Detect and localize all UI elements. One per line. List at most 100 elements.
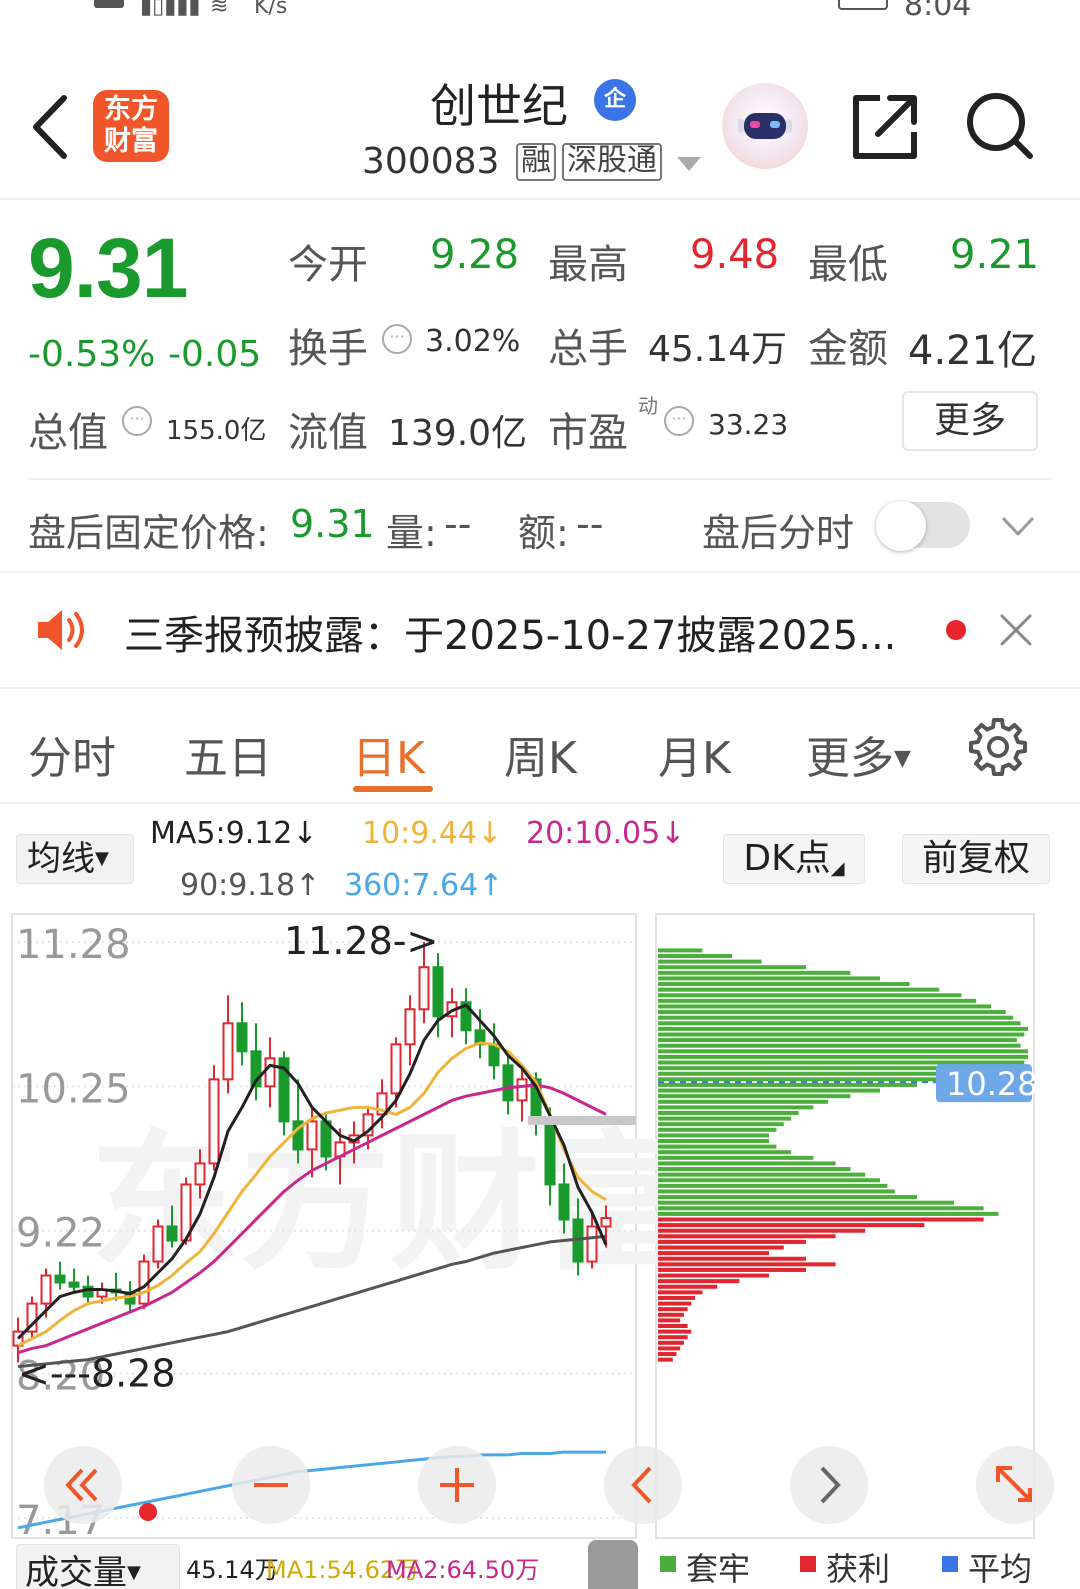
profile-bar (658, 1010, 1006, 1015)
volume-select-label: 成交量 (25, 1553, 127, 1589)
profile-bar (658, 1352, 677, 1357)
tab-daily-k[interactable]: 日K (352, 722, 425, 786)
ma90-value: 90:9.18↑ (180, 868, 321, 903)
previous-button[interactable] (604, 1446, 682, 1524)
candle-body (68, 1281, 80, 1288)
tab-timeshare[interactable]: 分时 (28, 722, 116, 786)
candle-body (404, 1008, 416, 1046)
profile-bar (658, 1223, 925, 1228)
legend-swatch (800, 1556, 816, 1572)
close-icon[interactable] (998, 612, 1034, 648)
rewind-button[interactable] (44, 1446, 122, 1524)
candle-body (600, 1217, 612, 1228)
share-icon[interactable] (850, 92, 920, 162)
profile-bar (658, 1206, 984, 1211)
profile-bar (658, 1346, 681, 1351)
margin-tag: 融 (516, 143, 556, 181)
fullscreen-button[interactable] (976, 1446, 1054, 1524)
back-arrow-icon[interactable] (28, 92, 72, 162)
pe-value: 33.23 (708, 408, 789, 441)
toggle-knob[interactable] (876, 501, 926, 551)
open-label: 今开 (288, 242, 368, 288)
profile-bar (658, 1267, 806, 1272)
search-icon[interactable] (964, 90, 1036, 162)
candle-body (208, 1078, 220, 1165)
active-tab-indicator (353, 786, 433, 792)
legend-average: 平均 (968, 1550, 1033, 1588)
gear-icon[interactable] (968, 716, 1028, 776)
y-tick-label: 11.28 (16, 922, 131, 968)
zoom-out-button[interactable] (232, 1446, 310, 1524)
announcement-text[interactable]: 三季报预披露：于2025-10-27披露2025... (124, 603, 896, 661)
divider (28, 478, 1052, 480)
zoom-in-button[interactable] (418, 1446, 496, 1524)
profile-bar (658, 1251, 769, 1256)
profile-bar (658, 1217, 984, 1222)
low-annotation: <---8.28 (18, 1351, 176, 1395)
connect-tag: 深股通 (562, 143, 662, 181)
dropdown-triangle-icon: ▼ (95, 848, 109, 869)
status-icon (94, 0, 124, 8)
k-line-chart[interactable]: 东方财富 11.2810.259.228.207.17 11.28-><---8… (0, 900, 1080, 1540)
profile-bar (658, 1234, 836, 1239)
profile-bar (658, 1239, 806, 1244)
info-icon[interactable]: ··· (122, 406, 152, 436)
volume-select[interactable]: 成交量▼ (16, 1544, 180, 1589)
dk-point-button[interactable]: DK点◢ (723, 834, 865, 884)
candle-body (264, 1057, 276, 1088)
profile-bar (658, 1038, 1017, 1043)
logo-line1: 东方 (104, 94, 158, 125)
ma20-value: 20:10.05↓ (526, 816, 686, 851)
profile-bar (658, 1060, 1025, 1065)
next-button[interactable] (790, 1446, 868, 1524)
profile-bar (658, 1133, 769, 1138)
tab-monthly-k[interactable]: 月K (658, 722, 731, 786)
ma10-value: 10:9.44↓ (362, 816, 503, 851)
tab-more[interactable]: 更多▼ (806, 722, 911, 786)
info-icon[interactable]: ··· (382, 324, 412, 354)
candle-body (586, 1225, 598, 1263)
dropdown-triangle-icon[interactable] (677, 157, 701, 171)
tab-five-day[interactable]: 五日 (184, 722, 272, 786)
enterprise-badge-icon[interactable]: 企 (594, 79, 636, 121)
profile-bar (658, 1307, 688, 1312)
market-cap-label: 总值 (28, 410, 108, 456)
ai-assistant-avatar[interactable] (722, 83, 808, 169)
more-quote-button[interactable]: 更多 (902, 391, 1038, 451)
high-label: 最高 (548, 242, 628, 288)
profile-bar (658, 1150, 792, 1155)
profile-bar (658, 1172, 866, 1177)
tab-weekly-k[interactable]: 周K (504, 722, 577, 786)
collapse-handle[interactable] (588, 1540, 638, 1589)
profile-bar (658, 1026, 1028, 1031)
pressure-band (528, 1116, 636, 1125)
profile-bar (658, 954, 732, 959)
after-hours-amount: -- (576, 502, 604, 546)
profile-bar (658, 1139, 769, 1144)
volume-ma2: MA2:64.50万 (386, 1556, 540, 1584)
chevron-down-icon[interactable] (1000, 510, 1036, 540)
profile-bar (658, 1155, 814, 1160)
ma-select[interactable]: 均线▼ (16, 834, 134, 884)
profile-bar (658, 1082, 917, 1087)
corner-triangle-icon: ◢ (830, 858, 845, 879)
last-price: 9.31 (28, 221, 188, 315)
stock-name: 创世纪 (430, 79, 568, 133)
candle-body (166, 1225, 178, 1242)
profile-bar (658, 1021, 1021, 1026)
price-adjust-button[interactable]: 前复权 (902, 834, 1050, 884)
candle-body (306, 1120, 318, 1151)
minus-icon (254, 1483, 288, 1487)
after-hours-price: 9.31 (290, 502, 375, 546)
profile-bar (658, 1032, 1025, 1037)
profile-bar (658, 1284, 718, 1289)
float-cap-value: 139.0亿 (388, 413, 528, 454)
low-value: 9.21 (950, 232, 1040, 278)
candle-body (418, 966, 430, 1011)
profile-bar (658, 959, 762, 964)
profile-bar (658, 1301, 692, 1306)
info-icon[interactable]: ··· (664, 406, 694, 436)
profile-bar (658, 1043, 1021, 1048)
profile-bar (658, 1178, 880, 1183)
chevron-right-icon (820, 1466, 841, 1504)
